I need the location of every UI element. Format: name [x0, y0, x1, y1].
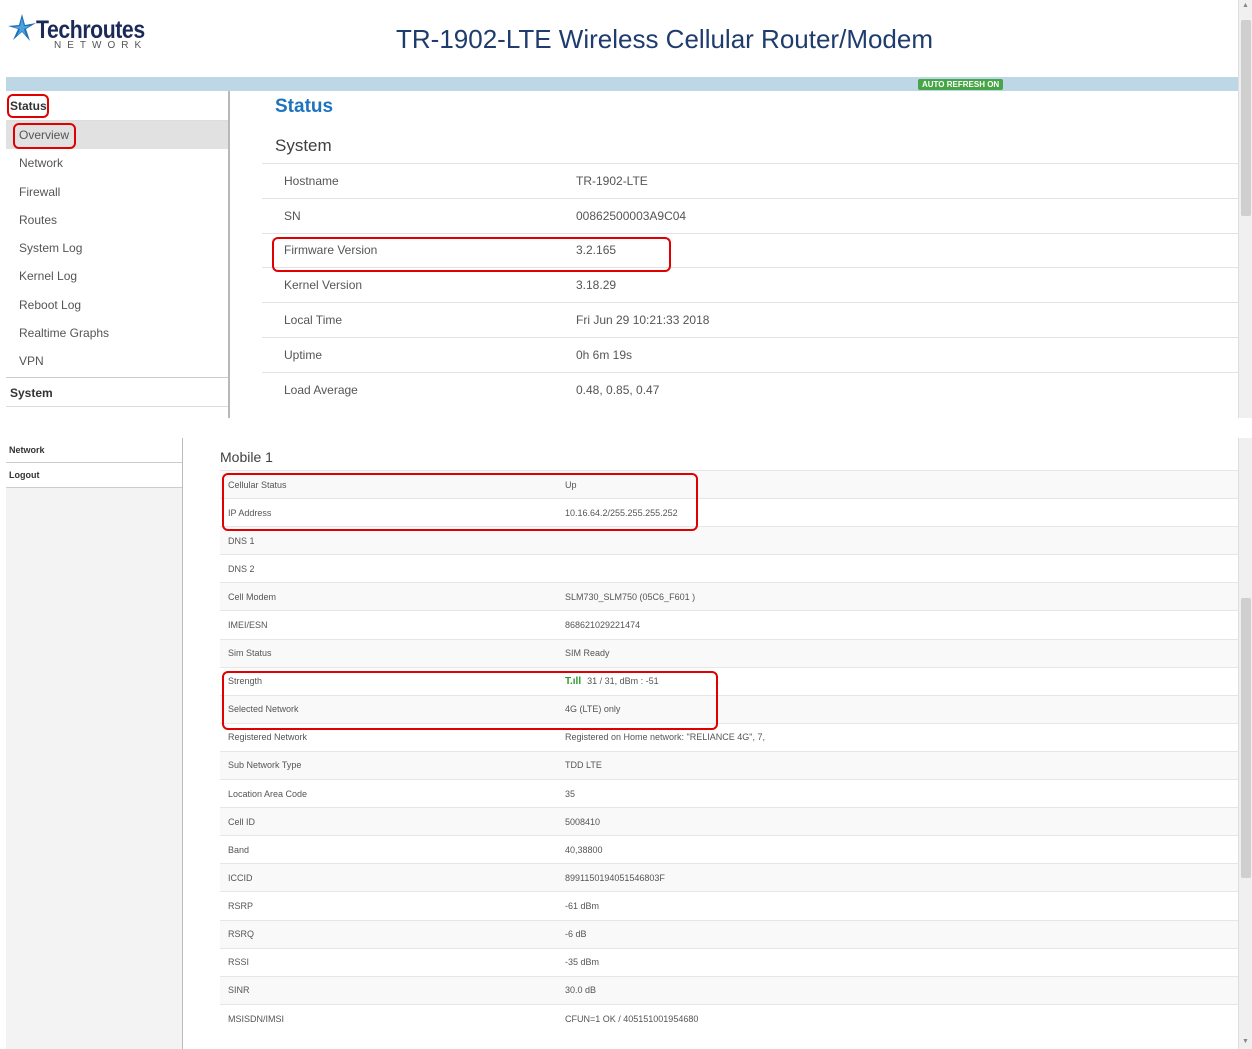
sidebar-item-vpn[interactable]: VPN	[6, 347, 228, 375]
row-key: Hostname	[262, 163, 576, 199]
table-row: Band 40,38800	[220, 835, 1240, 864]
highlight-firmware	[272, 237, 671, 272]
row-value: 8991150194051546803F	[565, 863, 1240, 892]
logo-star-icon	[8, 14, 36, 41]
sidebar-item-routes[interactable]: Routes	[6, 206, 228, 234]
row-value: -61 dBm	[565, 891, 1240, 920]
row-key: Cell Modem	[220, 582, 565, 611]
highlight-cellular-ip	[222, 473, 698, 531]
row-value: 30.0 dB	[565, 975, 1240, 1005]
table-row: SN 00862500003A9C04	[262, 197, 1239, 234]
row-key: Cell ID	[220, 807, 565, 836]
sidebar-item-realtime-graphs[interactable]: Realtime Graphs	[6, 319, 228, 347]
row-value: SLM730_SLM750 (05C6_F601 )	[565, 582, 1240, 611]
table-row: DNS 2	[220, 554, 1240, 583]
row-key: SINR	[220, 975, 565, 1005]
highlight-strength-network	[222, 671, 718, 730]
status-overview-panel: Techroutes NETWORK TR-1902-LTE Wireless …	[0, 0, 1252, 418]
row-key: Sub Network Type	[220, 750, 565, 780]
table-row: Hostname TR-1902-LTE	[262, 163, 1239, 199]
system-info-table: Hostname TR-1902-LTE SN 00862500003A9C04 F…	[262, 163, 1239, 408]
row-key: SN	[262, 197, 576, 234]
auto-refresh-toggle[interactable]: AUTO REFRESH ON	[918, 79, 1004, 90]
row-key: DNS 2	[220, 554, 565, 583]
scrollbar[interactable]: ▼	[1238, 438, 1252, 1049]
mobile-content: Mobile 1 Cellular Status Up IP Address 10.…	[220, 449, 1240, 1033]
row-value: 40,38800	[565, 835, 1240, 864]
table-row: Kernel Version 3.18.29	[262, 267, 1239, 303]
sidebar-item-firewall[interactable]: Firewall	[6, 178, 228, 206]
table-row: IMEI/ESN 868621029221474	[220, 610, 1240, 640]
row-value: 3.2.165	[576, 232, 1239, 268]
row-key: IMEI/ESN	[220, 610, 565, 640]
row-value: 0.48, 0.85, 0.47	[576, 371, 1239, 408]
row-value: -6 dB	[565, 919, 1240, 949]
row-key: Sim Status	[220, 638, 565, 668]
row-key: Local Time	[262, 302, 576, 338]
status-heading: Status	[275, 96, 334, 117]
sidebar-item-reboot-log[interactable]: Reboot Log	[6, 291, 228, 319]
logo-subtext: NETWORK	[54, 40, 148, 51]
row-value	[565, 554, 1240, 583]
scrollbar-thumb[interactable]	[1241, 20, 1251, 216]
mobile-info-table: Cellular Status Up IP Address 10.16.64.2/2…	[220, 469, 1240, 1033]
scrollbar[interactable]: ▲	[1238, 0, 1252, 418]
row-value: 35	[565, 779, 1240, 808]
sidebar-category-logout[interactable]: Logout	[6, 463, 182, 488]
row-value: SIM Ready	[565, 638, 1240, 668]
table-row: SINR 30.0 dB	[220, 975, 1240, 1005]
row-key: Load Average	[262, 371, 576, 408]
row-value: TDD LTE	[565, 750, 1240, 780]
table-row: RSSI -35 dBm	[220, 947, 1240, 977]
table-row: RSRQ -6 dB	[220, 919, 1240, 949]
row-key: Uptime	[262, 336, 576, 373]
sidebar-category-system[interactable]: System	[6, 376, 228, 407]
row-key: Kernel Version	[262, 267, 576, 303]
table-row: MSISDN/IMSI CFUN=1 OK / 405151001954680	[220, 1003, 1240, 1033]
scrollbar-thumb[interactable]	[1241, 598, 1251, 878]
row-value: 868621029221474	[565, 610, 1240, 640]
scroll-down-icon[interactable]: ▼	[1242, 1038, 1250, 1045]
row-value: Fri Jun 29 10:21:33 2018	[576, 302, 1239, 338]
row-value: TR-1902-LTE	[576, 163, 1239, 199]
table-row: Local Time Fri Jun 29 10:21:33 2018	[262, 302, 1239, 338]
sidebar-menu-bottom: Network Logout	[6, 438, 183, 1049]
table-row: Cell ID 5008410	[220, 807, 1240, 836]
table-row: RSRP -61 dBm	[220, 891, 1240, 920]
table-row: Load Average 0.48, 0.85, 0.47	[262, 371, 1239, 408]
highlight-status	[7, 94, 49, 118]
techroutes-logo: Techroutes NETWORK	[8, 10, 173, 51]
row-key: RSSI	[220, 947, 565, 977]
row-value: 0h 6m 19s	[576, 336, 1239, 373]
table-row: Location Area Code 35	[220, 779, 1240, 808]
row-key: RSRP	[220, 891, 565, 920]
mobile-status-panel: Network Logout Mobile 1 Cellular Status U…	[0, 438, 1252, 1049]
sidebar-category-network[interactable]: Network	[6, 438, 182, 463]
header-bar	[6, 77, 1238, 91]
row-value: CFUN=1 OK / 405151001954680	[565, 1003, 1240, 1033]
scroll-up-icon[interactable]: ▲	[1242, 2, 1250, 9]
table-row: ICCID 8991150194051546803F	[220, 863, 1240, 892]
row-value: -35 dBm	[565, 947, 1240, 977]
table-row: Sim Status SIM Ready	[220, 638, 1240, 668]
row-key: Band	[220, 835, 565, 864]
sidebar-item-network[interactable]: Network	[6, 149, 228, 177]
row-key: RSRQ	[220, 919, 565, 949]
row-key: MSISDN/IMSI	[220, 1003, 565, 1033]
table-row: Sub Network Type TDD LTE	[220, 750, 1240, 780]
mobile-heading: Mobile 1	[220, 449, 273, 465]
highlight-overview	[13, 123, 76, 149]
sidebar-item-system-log[interactable]: System Log	[6, 234, 228, 262]
table-row: Cell Modem SLM730_SLM750 (05C6_F601 )	[220, 582, 1240, 611]
system-heading: System	[275, 136, 332, 155]
row-value: 00862500003A9C04	[576, 197, 1239, 234]
row-key: ICCID	[220, 863, 565, 892]
page-title: TR-1902-LTE Wireless Cellular Router/Mod…	[396, 24, 934, 54]
sidebar-item-kernel-log[interactable]: Kernel Log	[6, 262, 228, 290]
row-value: 5008410	[565, 807, 1240, 836]
row-key: Location Area Code	[220, 779, 565, 808]
row-value: 3.18.29	[576, 267, 1239, 303]
table-row: Uptime 0h 6m 19s	[262, 336, 1239, 373]
